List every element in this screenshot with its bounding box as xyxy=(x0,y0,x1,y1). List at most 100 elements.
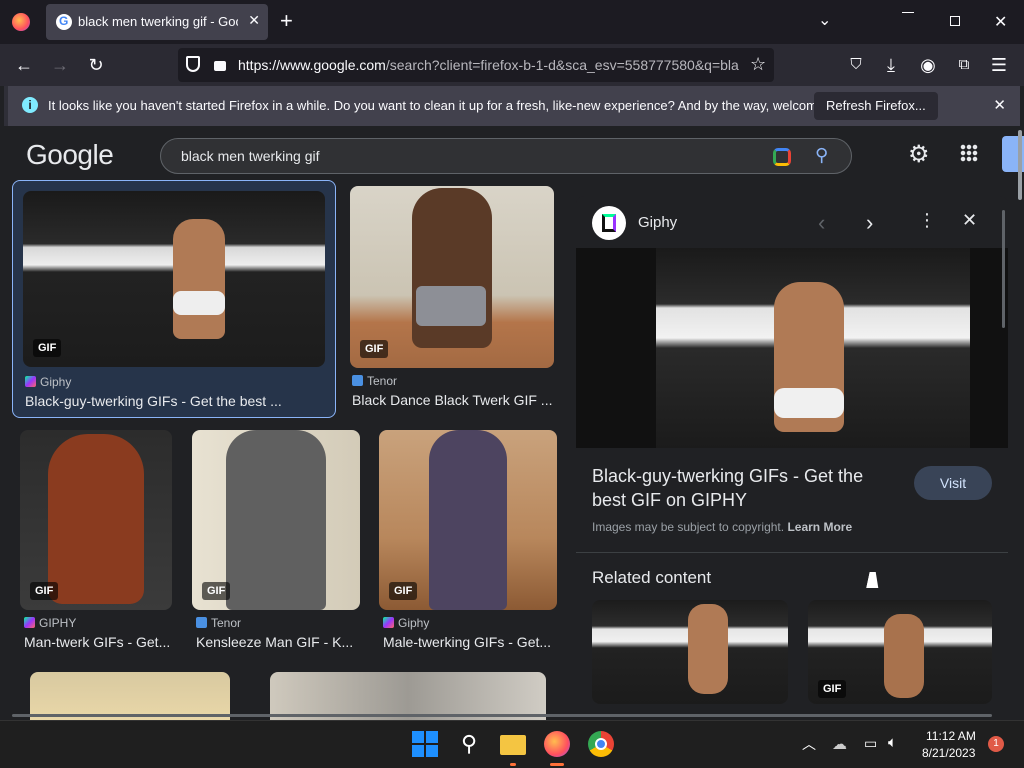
result-thumbnail-4[interactable]: GIF xyxy=(192,430,360,610)
chrome-center xyxy=(595,738,607,750)
tab-title: black men twerking gif - Google xyxy=(78,14,238,29)
file-explorer-indicator xyxy=(510,763,516,766)
show-hidden-icons-chevron-icon[interactable]: ︿ xyxy=(802,734,816,754)
url-text: https://www.google.com/search?client=fir… xyxy=(238,57,743,73)
browser-tab[interactable]: black men twerking gif - Google ✕ xyxy=(46,4,268,40)
result-card-5[interactable]: GIF Giphy Male-twerking GIFs - Get... xyxy=(379,430,557,654)
refresh-firefox-button[interactable]: Refresh Firefox... xyxy=(814,92,938,120)
giphy-icon xyxy=(25,376,36,387)
result-title[interactable]: Black-guy-twerking GIFs - Get the best .… xyxy=(25,393,325,409)
giphy-icon xyxy=(383,617,394,628)
bookmark-star-icon[interactable]: ☆ xyxy=(750,54,766,75)
chrome-icon[interactable] xyxy=(588,731,614,757)
google-favicon-icon xyxy=(56,14,72,30)
gif-badge: GIF xyxy=(202,582,231,600)
result-thumbnail-3[interactable]: GIF xyxy=(20,430,172,610)
extensions-icon[interactable]: ⧉ xyxy=(953,54,975,76)
more-options-icon[interactable]: ⋮ xyxy=(918,210,936,231)
giphy-source-logo[interactable] xyxy=(592,206,626,240)
forward-button[interactable]: → xyxy=(49,54,71,76)
learn-more-link[interactable]: Learn More xyxy=(787,520,852,534)
shorts xyxy=(173,291,225,315)
gif-badge: GIF xyxy=(818,680,847,698)
tenor-icon xyxy=(352,375,363,386)
google-logo[interactable]: Google xyxy=(26,139,114,171)
related-thumbnail-2[interactable]: GIF xyxy=(808,600,992,704)
new-tab-button[interactable]: + xyxy=(280,8,293,34)
tab-close-icon[interactable]: ✕ xyxy=(248,12,260,29)
url-host: https://www.google.com xyxy=(238,57,386,73)
pocket-icon[interactable]: ⛉ xyxy=(845,54,867,76)
gif-badge: GIF xyxy=(30,582,59,600)
panel-title[interactable]: Black-guy-twerking GIFs - Get the best G… xyxy=(592,464,892,512)
firefox-menu-icon[interactable] xyxy=(12,13,30,31)
clock-date[interactable]: 8/21/2023 xyxy=(922,746,975,760)
tab-list-chevron-icon[interactable]: ⌄ xyxy=(818,10,831,30)
account-icon[interactable]: ◉ xyxy=(917,54,939,76)
result-source: Tenor xyxy=(352,374,397,388)
gif-badge: GIF xyxy=(360,340,389,358)
preview-image[interactable] xyxy=(576,248,1008,448)
lock-icon[interactable] xyxy=(214,61,226,71)
google-apps-icon[interactable] xyxy=(960,144,978,162)
window-close-button[interactable]: ✕ xyxy=(994,12,1007,32)
next-arrow-icon[interactable]: › xyxy=(866,210,873,236)
restore-button[interactable] xyxy=(950,16,960,26)
page-scrollbar[interactable] xyxy=(1018,130,1022,200)
panel-close-icon[interactable]: ✕ xyxy=(962,210,977,231)
panel-divider xyxy=(576,552,1008,553)
result-source: GIPHY xyxy=(24,616,76,630)
notification-badge[interactable]: 1 xyxy=(988,736,1004,752)
dancer-figure xyxy=(226,430,326,610)
result-source: Giphy xyxy=(383,616,429,630)
firefox-taskbar-icon[interactable] xyxy=(544,731,570,757)
result-title[interactable]: Black Dance Black Twerk GIF ... xyxy=(352,392,554,408)
info-icon: i xyxy=(22,97,38,113)
source-name: Giphy xyxy=(40,375,72,389)
shield-icon[interactable] xyxy=(186,56,200,72)
result-card-2[interactable]: GIF Tenor Black Dance Black Twerk GIF ..… xyxy=(350,186,554,416)
search-input[interactable]: black men twerking gif ⚲ xyxy=(160,138,852,174)
related-thumbnail-1[interactable] xyxy=(592,600,788,704)
windows-start-icon[interactable] xyxy=(412,731,438,757)
search-icon[interactable]: ⚲ xyxy=(815,145,828,166)
giphy-icon xyxy=(602,214,616,232)
horizontal-scrollbar[interactable] xyxy=(12,714,992,717)
panel-scrollbar[interactable] xyxy=(1002,210,1005,328)
onedrive-icon[interactable]: ☁ xyxy=(832,735,847,753)
result-thumbnail-2[interactable]: GIF xyxy=(350,186,554,368)
result-card-3[interactable]: GIF GIPHY Man-twerk GIFs - Get... xyxy=(20,430,172,654)
back-button[interactable]: ← xyxy=(13,54,35,76)
settings-gear-icon[interactable]: ⚙ xyxy=(908,140,930,169)
volume-icon[interactable]: 🔈︎ xyxy=(888,734,897,751)
image-preview-panel: Giphy ‹ › ⋮ ✕ Black-guy-twerking GIFs - … xyxy=(576,196,1008,708)
notification-close-icon[interactable]: ✕ xyxy=(993,96,1006,114)
app-menu-icon[interactable]: ☰ xyxy=(988,54,1010,76)
result-title[interactable]: Man-twerk GIFs - Get... xyxy=(24,634,172,650)
panel-source-name[interactable]: Giphy xyxy=(638,214,677,231)
search-icon[interactable]: ⚲ xyxy=(456,731,482,757)
minimize-button[interactable] xyxy=(902,12,914,13)
result-thumbnail-7[interactable] xyxy=(270,672,546,720)
result-card-4[interactable]: GIF Tenor Kensleeze Man GIF - K... xyxy=(192,430,360,654)
google-lens-icon[interactable] xyxy=(773,148,791,166)
downloads-icon[interactable]: ⤓ xyxy=(880,54,902,76)
dancer-figure xyxy=(429,430,507,610)
network-icon[interactable]: ▭ xyxy=(864,735,877,752)
reload-button[interactable]: ↻ xyxy=(85,54,107,76)
result-thumbnail-5[interactable]: GIF xyxy=(379,430,557,610)
url-bar[interactable]: https://www.google.com/search?client=fir… xyxy=(178,48,774,82)
result-source: Tenor xyxy=(196,616,241,630)
result-thumbnail-1[interactable]: GIF xyxy=(23,191,325,367)
file-explorer-icon[interactable] xyxy=(500,735,526,755)
windows-taskbar: ⚲ ︿ ☁ ▭ 🔈︎ 11:12 AM 8/21/2023 1 xyxy=(0,720,1024,768)
visit-button[interactable]: Visit xyxy=(914,466,992,500)
kitchen-figure xyxy=(173,219,225,339)
kitchen-figure xyxy=(688,604,728,694)
clock-time[interactable]: 11:12 AM xyxy=(926,729,976,743)
result-card-1[interactable]: GIF Giphy Black-guy-twerking GIFs - Get … xyxy=(12,180,336,418)
result-title[interactable]: Male-twerking GIFs - Get... xyxy=(383,634,557,650)
result-thumbnail-6[interactable] xyxy=(30,672,230,720)
previous-arrow-icon[interactable]: ‹ xyxy=(818,210,825,236)
result-title[interactable]: Kensleeze Man GIF - K... xyxy=(196,634,360,650)
